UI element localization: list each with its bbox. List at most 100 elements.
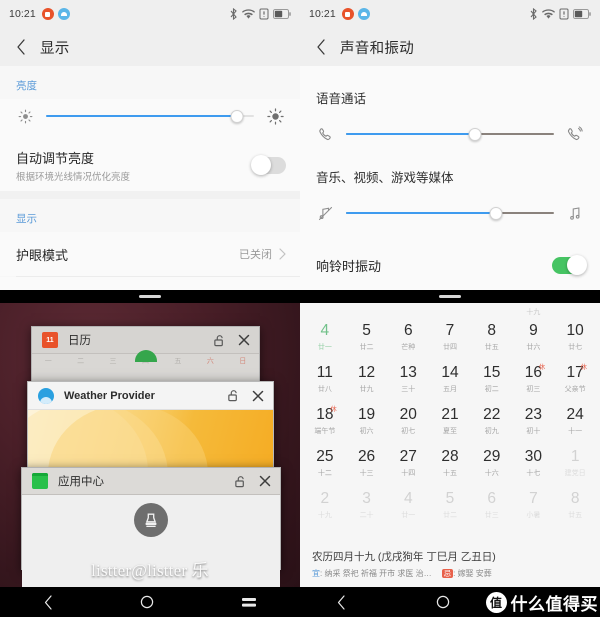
brightness-high-icon: [266, 107, 284, 125]
eye-comfort-value: 已关闭: [239, 249, 272, 261]
calendar-day[interactable]: 8 廿五: [471, 317, 513, 359]
ji-colon: :: [453, 569, 456, 578]
day-number: 5: [445, 490, 455, 507]
calendar-day[interactable]: 5 廿二: [346, 317, 388, 359]
recent-window-app-center[interactable]: 应用中心: [21, 467, 281, 587]
calendar-grid[interactable]: 十九 4 廿一 5 廿二 6 芒种 7 廿四 8 廿五 9 廿六 10 廿七 11 廿八 12 廿九 13 三十 14 五…: [300, 303, 600, 543]
calendar-day[interactable]: 14 五月: [429, 359, 471, 401]
section-header-brightness: 亮度: [16, 80, 37, 92]
calendar-day[interactable]: 7 廿四: [429, 317, 471, 359]
calendar-day[interactable]: 9 廿六: [513, 317, 555, 359]
nav-home-icon[interactable]: [140, 595, 154, 609]
calendar-day[interactable]: [387, 303, 429, 317]
calendar-day[interactable]: 休 18 端午节: [304, 401, 346, 443]
vibrate-on-ring-row[interactable]: 响铃时振动: [300, 240, 600, 290]
day-number: 23: [524, 406, 543, 423]
calendar-day[interactable]: 19 初六: [346, 401, 388, 443]
nav-back-icon[interactable]: [337, 594, 346, 610]
calendar-day[interactable]: 7 小暑: [513, 485, 555, 527]
day-number: 10: [566, 322, 584, 339]
unlock-icon: [235, 475, 244, 487]
calendar-day[interactable]: 11 廿八: [304, 359, 346, 401]
window-buttons: [213, 333, 251, 347]
calendar-lunar-line: 农历四月十九 (戊戌狗年 丁巳月 乙丑日): [312, 551, 496, 563]
vibrate-on-ring-toggle[interactable]: [552, 255, 587, 275]
calendar-day[interactable]: 5 廿二: [429, 485, 471, 527]
calendar-day[interactable]: 8 廿五: [554, 485, 596, 527]
brightness-slider[interactable]: [46, 108, 254, 124]
media-volume-slider-row[interactable]: [300, 186, 600, 240]
calendar-week: 11 廿八 12 廿九 13 三十 14 五月 15 初二 休 16 初三休 17 父亲节: [304, 359, 596, 401]
calendar-day[interactable]: 休 16 初三: [513, 359, 555, 401]
notch-speaker: [139, 295, 161, 298]
calendar-day[interactable]: 4 廿一: [304, 317, 346, 359]
calendar-day[interactable]: 15 初二: [471, 359, 513, 401]
nav-back-icon[interactable]: [44, 594, 53, 610]
calendar-day[interactable]: 4 廿一: [387, 485, 429, 527]
window-titlebar[interactable]: Weather Provider: [28, 382, 273, 410]
call-volume-slider[interactable]: [346, 126, 554, 142]
slider-knob[interactable]: [230, 109, 244, 123]
day-number: 4: [403, 490, 413, 507]
calendar-day[interactable]: 3 二十: [346, 485, 388, 527]
calendar-day[interactable]: [346, 303, 388, 317]
status-bar-time: 10:21: [309, 8, 336, 20]
back-chevron-icon[interactable]: [312, 38, 330, 56]
font-size-row[interactable]: 字体大小 默认: [0, 277, 300, 290]
calendar-day[interactable]: 27 十四: [387, 443, 429, 485]
calendar-day[interactable]: 26 十三: [346, 443, 388, 485]
calendar-day[interactable]: [429, 303, 471, 317]
yi-group: 宜: 纳采 祭祀 祈福 开市 求医 治…: [312, 568, 432, 579]
calendar-day[interactable]: [471, 303, 513, 317]
calendar-day[interactable]: 13 三十: [387, 359, 429, 401]
calendar-day[interactable]: 22 初九: [471, 401, 513, 443]
slider-knob[interactable]: [468, 127, 482, 141]
calendar-day[interactable]: 10 廿七: [554, 317, 596, 359]
window-title: 日历: [68, 335, 91, 347]
calendar-day[interactable]: 20 初七: [387, 401, 429, 443]
nav-home-icon[interactable]: [436, 595, 450, 609]
calendar-day[interactable]: [554, 303, 596, 317]
section-header-voice-call: 语音通话: [316, 92, 367, 106]
media-volume-slider[interactable]: [346, 205, 554, 221]
nav-recents-icon[interactable]: [242, 597, 257, 608]
eye-comfort-row[interactable]: 护眼模式 已关闭: [0, 232, 300, 276]
sound-settings-header: 声音和振动: [300, 28, 600, 66]
calendar-day[interactable]: 6 芒种: [387, 317, 429, 359]
vibrate-on-ring-title: 响铃时振动: [316, 258, 382, 274]
recent-window-weather[interactable]: Weather Provider: [27, 381, 274, 505]
calendar-week: 25 十二 26 十三 27 十四 28 十五 29 十六 30 十七 1 建党日: [304, 443, 596, 485]
window-buttons: [227, 389, 265, 403]
calendar-day[interactable]: 休 17 父亲节: [554, 359, 596, 401]
calendar-day[interactable]: 21 夏至: [429, 401, 471, 443]
calendar-day[interactable]: [304, 303, 346, 317]
calendar-pane: 十九 4 廿一 5 廿二 6 芒种 7 廿四 8 廿五 9 廿六 10 廿七 11 廿八 12 廿九 13 三十 14 五…: [300, 290, 600, 617]
call-volume-slider-row[interactable]: [300, 107, 600, 161]
recents-screen[interactable]: 11 日历 一 二 三 四 五 六 日: [0, 303, 300, 587]
calendar-day[interactable]: 28 十五: [429, 443, 471, 485]
slider-knob[interactable]: [489, 206, 503, 220]
window-titlebar[interactable]: 应用中心: [22, 468, 280, 495]
calendar-day[interactable]: 6 廿三: [471, 485, 513, 527]
back-chevron-icon[interactable]: [12, 38, 30, 56]
calendar-screen[interactable]: 十九 4 廿一 5 廿二 6 芒种 7 廿四 8 廿五 9 廿六 10 廿七 11 廿八 12 廿九 13 三十 14 五…: [300, 303, 600, 587]
calendar-day[interactable]: 25 十二: [304, 443, 346, 485]
notch-speaker: [439, 295, 461, 298]
day-number: 7: [445, 322, 455, 339]
brightness-slider-row[interactable]: [0, 99, 300, 139]
auto-brightness-toggle[interactable]: [251, 155, 286, 175]
auto-brightness-row[interactable]: 自动调节亮度 根据环境光线情况优化亮度: [0, 139, 300, 191]
sound-settings-scroll[interactable]: 语音通话 音乐、视频、游戏等媒体 响铃时振动: [300, 66, 600, 290]
music-note-icon: [566, 204, 584, 222]
calendar-app-icon: 11: [42, 332, 58, 348]
calendar-day[interactable]: 十九: [513, 303, 555, 317]
calendar-day[interactable]: 2 十九: [304, 485, 346, 527]
calendar-day[interactable]: 30 十七: [513, 443, 555, 485]
calendar-day[interactable]: 29 十六: [471, 443, 513, 485]
calendar-day[interactable]: 12 廿九: [346, 359, 388, 401]
calendar-day[interactable]: 24 十一: [554, 401, 596, 443]
calendar-day[interactable]: 1 建党日: [554, 443, 596, 485]
display-settings-scroll[interactable]: 亮度 自动调节亮度 根据环境光线情况优化亮度 显示 护眼模式 已关闭: [0, 66, 300, 290]
music-mute-icon: [316, 204, 334, 222]
calendar-day[interactable]: 23 初十: [513, 401, 555, 443]
